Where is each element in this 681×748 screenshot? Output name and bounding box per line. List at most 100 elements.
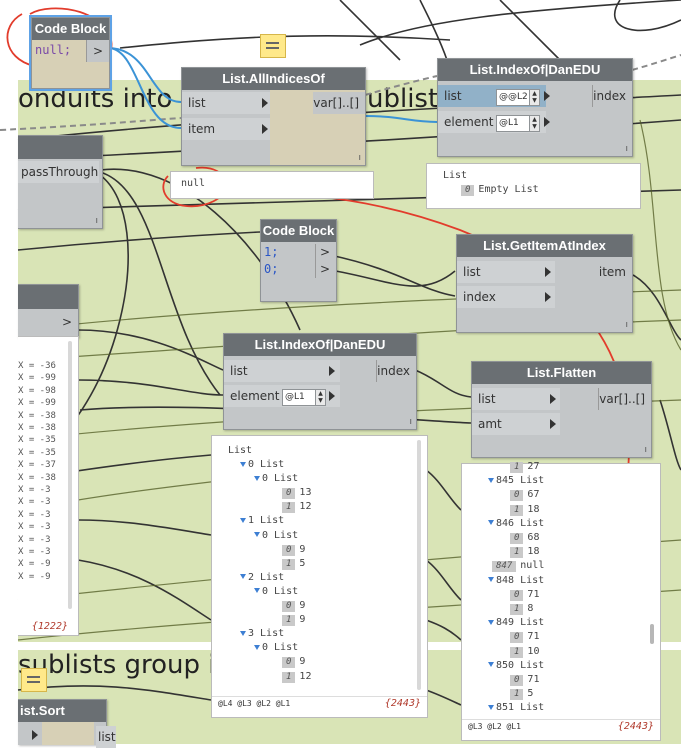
input-port-list[interactable]: list [472,388,560,410]
input-arrow-icon [262,124,268,134]
lacing-icon: ı [95,216,98,226]
tree-item: 09 [282,599,305,613]
input-port-list[interactable]: list [182,92,270,114]
list-indexof-mid-node[interactable]: List.IndexOf|DanEDU list element @L1 ▲ ▼ i… [223,333,417,430]
expand-icon[interactable] [488,704,494,710]
input-arrow-icon [329,366,335,376]
tree-item: 0 71 [510,588,539,602]
expand-icon[interactable] [254,532,260,537]
output-port[interactable]: var[]..[] [313,92,365,114]
tree-item: 09 [282,655,305,669]
output-port[interactable]: var[]..[] [598,388,651,410]
note-icon[interactable] [21,668,47,692]
tree-list-node: 846 List [488,517,544,531]
list-indexof-top-node[interactable]: List.IndexOf|DanEDU list @@L2 ▲ ▼ element … [437,58,633,157]
list-allindicesof-node[interactable]: List.AllIndicesOf list item var[]..[] ı [181,67,366,166]
input-arrow-icon [545,267,551,277]
expand-icon[interactable] [240,574,246,580]
scrollbar[interactable] [417,440,421,690]
point-value: X = -9 [18,571,51,582]
expand-icon[interactable] [254,475,260,481]
node-title[interactable]: ist.Sort [18,700,106,722]
point-value: X = -99 [18,398,56,409]
input-arrow-icon [550,394,556,404]
tree-item: 15 [282,557,305,571]
expand-icon[interactable] [254,644,260,650]
passthrough-node[interactable]: passThrough ı [18,135,103,229]
lacing-icon: ı [644,445,647,455]
expand-icon[interactable] [488,662,494,668]
input-port-list[interactable]: list [457,261,555,283]
scrollbar[interactable] [650,624,654,644]
input-port-passthrough[interactable]: passThrough [18,161,99,183]
preview-value: null [181,178,206,189]
input-arrow-icon [262,98,268,108]
input-port-list[interactable]: list [96,726,116,748]
input-port-item[interactable]: item [182,118,270,140]
graph-canvas[interactable]: onduits into a ublists sublists group i [0,0,681,748]
code-line-2[interactable]: 0; [264,261,278,278]
expand-icon[interactable] [240,517,246,523]
expand-icon[interactable] [488,577,494,583]
preview-root: List [228,445,253,456]
list-flatten-node[interactable]: List.Flatten list amt var[]..[] ı [471,361,652,458]
node-title[interactable]: List.GetItemAtIndex [457,235,632,257]
tree-item: 0 68 [510,531,539,545]
expand-icon[interactable] [254,588,260,594]
tree-item: 1 12 [282,670,311,684]
tree-list-node: 0 List [254,585,298,599]
note-icon[interactable] [260,34,286,58]
output-port[interactable]: index [376,360,416,382]
node-title[interactable]: Code Block [32,18,109,40]
node-title[interactable]: List.Flatten [472,362,651,384]
output-port-2[interactable]: > [315,261,336,278]
list-getitematindex-node[interactable]: List.GetItemAtIndex list index item ı [456,234,633,333]
point-value: X = -9 [18,559,51,570]
lacing-icon: ı [358,153,361,163]
output-port[interactable]: index [592,85,632,107]
preview-levels: @L4 @L3 @L2 @L1 [218,699,291,708]
level-spinner[interactable]: @L1 ▲ ▼ [496,115,540,132]
tree-list-node: 0 List [254,472,298,486]
code-block-index-node[interactable]: Code Block 1; 0; > > [260,219,337,302]
indexof-mid-preview: List 0 List 0 List 0 13 1 12 1 List 0 List 0 9 1 5 2… [211,435,428,718]
expand-icon[interactable] [240,630,246,636]
tree-list-node: 0 List [254,529,298,543]
expand-icon[interactable] [240,461,246,467]
code-line-1[interactable]: 1; [264,244,278,261]
output-port[interactable]: > [86,40,109,62]
expand-icon[interactable] [488,477,494,483]
node-title[interactable]: List.IndexOf|DanEDU [438,59,632,81]
point-value: X = -36 [18,361,56,371]
list-sort-node[interactable]: ist.Sort list [18,699,116,748]
point-value: X = -38 [18,423,56,433]
point-value: X = -37 [18,460,56,471]
scrollbar[interactable] [68,341,72,609]
preview-count: {1222} [31,621,68,632]
point-value: X = -38 [18,472,56,483]
node-title[interactable]: Code Block [261,220,336,242]
input-port-amt[interactable]: amt [472,413,560,435]
input-port-index[interactable]: index [457,286,555,308]
input-port-list[interactable]: list [224,360,340,382]
expand-icon[interactable] [488,619,494,625]
tree-list-node: 851 List [488,701,544,715]
level-spinner[interactable]: @L1 ▲ ▼ [282,389,326,406]
output-port-1[interactable]: > [315,244,336,261]
tree-list-node: 850 List [488,659,544,673]
output-port[interactable]: > [62,311,78,333]
level-spinner[interactable]: @@L2 ▲ ▼ [496,89,540,106]
left-points-node[interactable]: > [18,284,79,338]
tree-item: 1 12 [282,500,311,514]
point-value: X = -3 [18,534,51,545]
node-title[interactable]: List.AllIndicesOf [182,68,365,90]
code-text[interactable]: null; [35,42,71,59]
output-port[interactable]: item [599,261,632,283]
code-block-null-node[interactable]: Code Block null; > [29,15,112,91]
tree-item: 09 [282,543,305,557]
node-title[interactable]: List.IndexOf|DanEDU [224,334,416,356]
expand-icon[interactable] [488,520,494,526]
tree-list-node: 845 List [488,474,544,488]
point-value: X = -38 [18,410,56,421]
preview-row: 0 Empty List [461,183,539,197]
